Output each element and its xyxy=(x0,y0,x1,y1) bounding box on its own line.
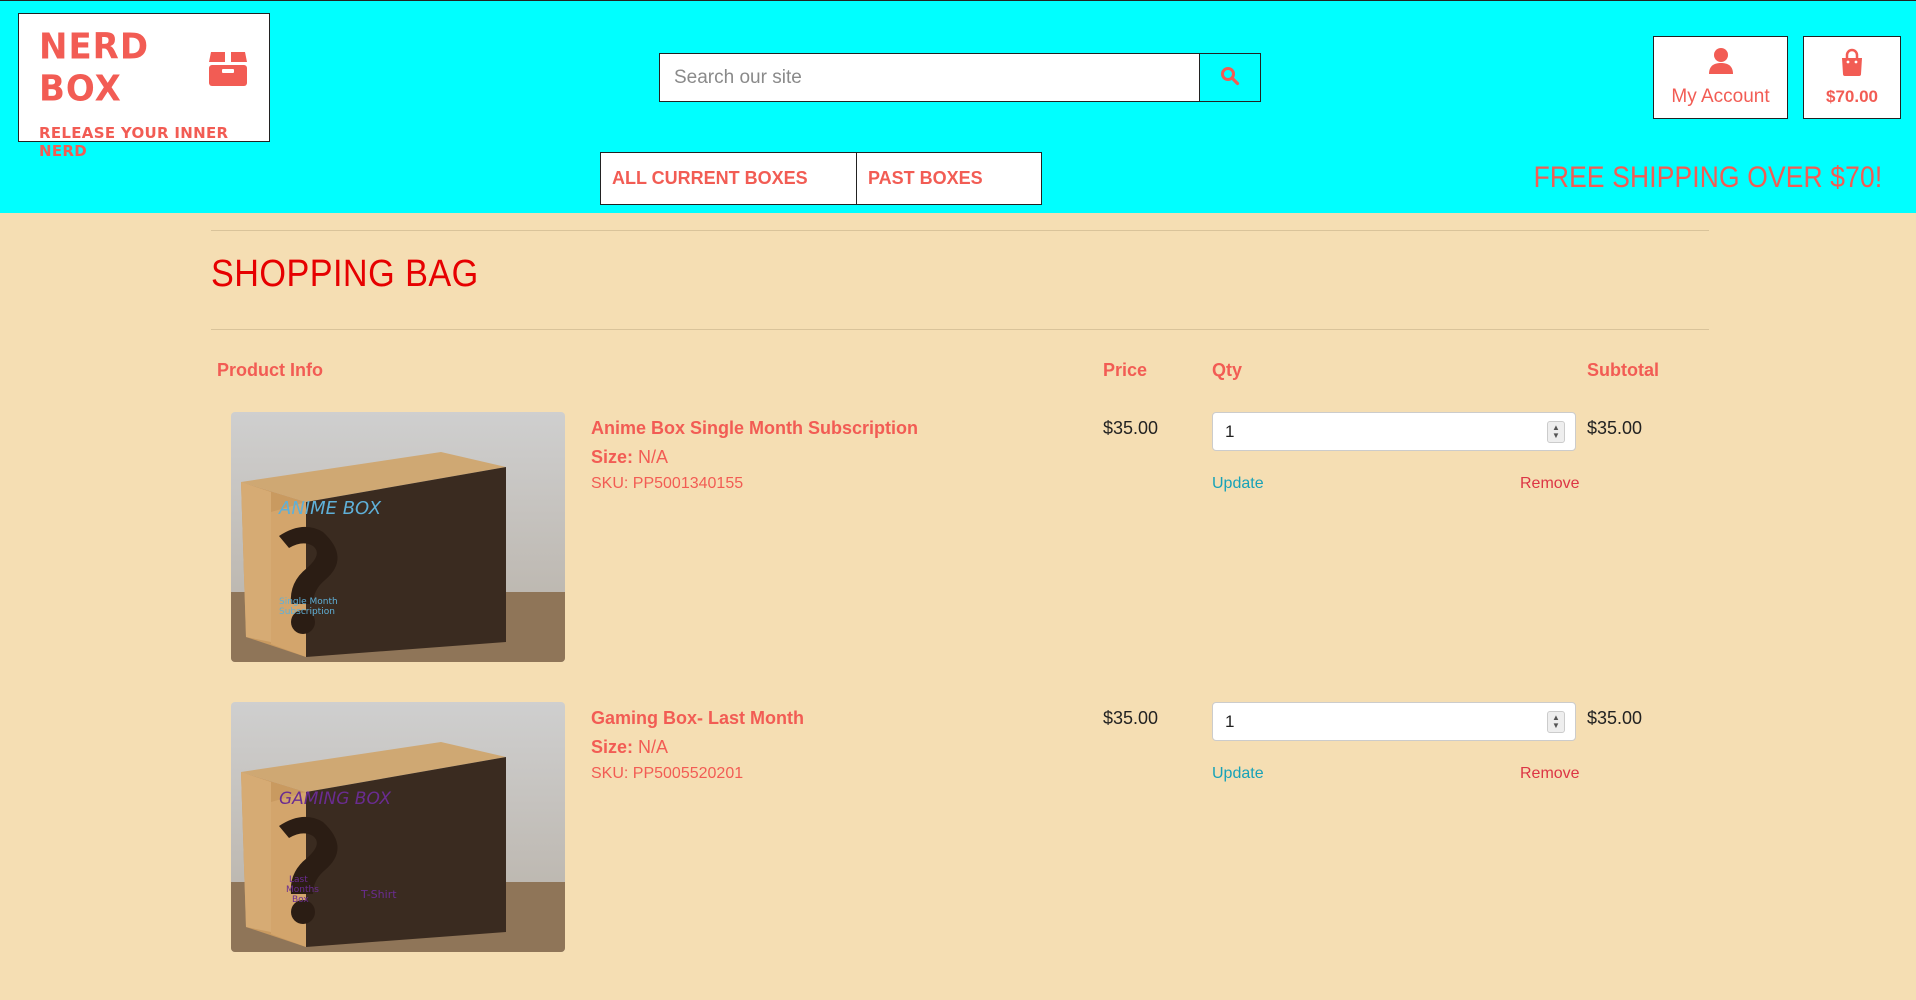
svg-text:Last: Last xyxy=(289,875,308,885)
bag-total: $70.00 xyxy=(1826,87,1878,106)
update-link[interactable]: Update xyxy=(1212,475,1264,493)
site-header: NERD BOX RELEASE YOUR INNER NERD Search … xyxy=(0,0,1916,213)
my-account-button[interactable]: My Account xyxy=(1653,36,1788,119)
quantity-stepper[interactable]: ▲ ▼ xyxy=(1547,421,1565,443)
shopping-bag-button[interactable]: $70.00 xyxy=(1803,36,1901,119)
size-label: Size: xyxy=(591,737,634,757)
product-name[interactable]: Gaming Box- Last Month xyxy=(591,708,804,729)
product-sku: SKU: PP5001340155 xyxy=(591,475,744,492)
svg-text:Months: Months xyxy=(286,885,319,895)
header-subtotal: Subtotal xyxy=(1587,360,1659,380)
box-image-title: ANIME BOX xyxy=(278,498,382,519)
box-icon xyxy=(207,48,249,88)
svg-text:GAMING BOX: GAMING BOX xyxy=(279,789,391,809)
page-title: SHOPPING BAG xyxy=(211,253,479,295)
divider xyxy=(211,230,1709,231)
search-form xyxy=(659,53,1261,102)
divider xyxy=(211,329,1709,330)
search-icon xyxy=(1220,66,1240,89)
svg-text:Subscription: Subscription xyxy=(279,607,335,617)
svg-text:Box: Box xyxy=(292,895,309,905)
brand-tagline: RELEASE YOUR INNER NERD xyxy=(39,124,229,160)
product-subtotal: $35.00 xyxy=(1587,708,1643,728)
quantity-value: 1 xyxy=(1225,421,1235,441)
free-shipping-banner: FREE SHIPPING OVER $70! xyxy=(1533,161,1882,194)
quantity-input[interactable]: 1 ▲ ▼ xyxy=(1212,702,1576,741)
product-size: Size: N/A xyxy=(591,737,668,758)
remove-link[interactable]: Remove xyxy=(1520,765,1580,783)
shopping-bag-icon xyxy=(1840,48,1864,81)
quantity-input[interactable]: 1 ▲ ▼ xyxy=(1212,412,1576,451)
user-icon xyxy=(1708,47,1734,80)
product-image: GAMING BOX Last Months Box T-Shirt xyxy=(231,702,565,952)
size-value: N/A xyxy=(638,737,669,757)
size-label: Size: xyxy=(591,447,634,467)
product-price: $35.00 xyxy=(1103,708,1159,728)
svg-text:T-Shirt: T-Shirt xyxy=(360,888,397,901)
product-size: Size: N/A xyxy=(591,447,668,468)
svg-text:Single Month: Single Month xyxy=(279,597,338,607)
product-price: $35.00 xyxy=(1103,418,1159,438)
product-name[interactable]: Anime Box Single Month Subscription xyxy=(591,418,918,439)
product-image: ANIME BOX Single Month Subscription xyxy=(231,412,565,662)
brand-name: NERD BOX xyxy=(39,26,150,110)
size-value: N/A xyxy=(638,447,669,467)
update-link[interactable]: Update xyxy=(1212,765,1264,783)
brand-title: NERD BOX xyxy=(39,26,249,110)
search-input[interactable] xyxy=(659,53,1200,102)
nav-item-all-current-boxes[interactable]: ALL CURRENT BOXES xyxy=(600,152,857,205)
search-button[interactable] xyxy=(1200,53,1261,102)
main-nav: ALL CURRENT BOXES PAST BOXES xyxy=(600,152,1042,205)
quantity-value: 1 xyxy=(1225,711,1235,731)
brand-logo-link[interactable]: NERD BOX RELEASE YOUR INNER NERD xyxy=(18,13,270,160)
header-price: Price xyxy=(1103,360,1148,380)
nav-item-past-boxes[interactable]: PAST BOXES xyxy=(857,152,1042,205)
remove-link[interactable]: Remove xyxy=(1520,475,1580,493)
product-subtotal: $35.00 xyxy=(1587,418,1643,438)
header-qty: Qty xyxy=(1212,360,1243,380)
header-product-info: Product Info xyxy=(217,360,323,380)
my-account-label: My Account xyxy=(1671,86,1770,107)
quantity-stepper[interactable]: ▲ ▼ xyxy=(1547,711,1565,733)
product-sku: SKU: PP5005520201 xyxy=(591,765,744,782)
